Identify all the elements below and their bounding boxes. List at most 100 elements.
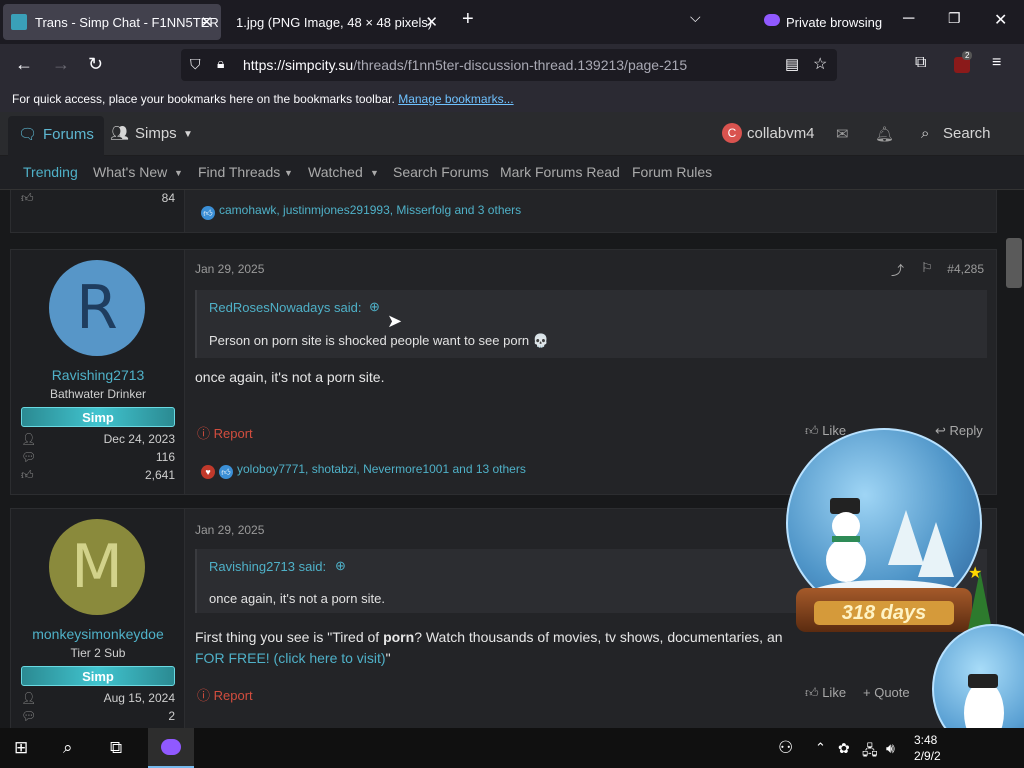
reader-view-icon[interactable]: ▤ (785, 55, 799, 73)
user-column: 👍︎ 84 (11, 190, 185, 232)
network-icon[interactable]: 🖧︎ (862, 740, 878, 764)
site-favicon (11, 14, 27, 30)
user-title: Bathwater Drinker (49, 387, 147, 401)
new-tab-icon[interactable]: + (462, 8, 474, 31)
snow-globe-overlay[interactable]: 318 days (786, 428, 986, 638)
chevron-down-icon[interactable]: ▼ (284, 168, 293, 178)
report-link[interactable]: ⓘ Report (197, 423, 253, 442)
avatar[interactable]: R (49, 260, 145, 356)
thumbs-up-icon: 👍︎ (21, 191, 34, 205)
bookmark-star-icon[interactable]: ☆ (813, 54, 827, 74)
scrollbar-thumb[interactable] (1006, 238, 1022, 288)
extensions-icon[interactable]: ⧉ (915, 54, 926, 72)
minimize-icon[interactable]: ─ (903, 10, 914, 28)
subnav-forum-rules[interactable]: Forum Rules (632, 164, 712, 180)
user-avatar[interactable]: C (722, 123, 742, 143)
tab-forums[interactable]: 🗨︎ Forums (8, 116, 104, 156)
quote-jump-icon[interactable]: ⊕ (335, 558, 346, 574)
user-badge: Simp (21, 666, 175, 686)
bookmark-icon[interactable]: ⚐ (921, 260, 933, 276)
post-username[interactable]: Ravishing2713 (11, 367, 185, 383)
forums-icon: 🗨︎ (18, 126, 38, 143)
url-path: /threads/f1nn5ter-discussion-thread.1392… (353, 57, 688, 73)
tray-app-icon[interactable]: ✿ (838, 740, 850, 757)
manage-bookmarks-link[interactable]: Manage bookmarks... (398, 92, 513, 106)
comment-icon: 💬︎ (21, 450, 37, 464)
post-link[interactable]: FOR FREE! (click here to visit) (195, 650, 386, 666)
user-column: R Ravishing2713 Bathwater Drinker Simp 👤… (11, 250, 185, 494)
reload-icon[interactable]: ↻ (88, 54, 103, 75)
quote-jump-icon[interactable]: ⊕ (369, 299, 380, 315)
post-date[interactable]: Jan 29, 2025 (195, 262, 264, 276)
navigation-toolbar: ← → ↻ ⛉ 🔒︎ https://simpcity.su/threads/f… (0, 44, 1024, 86)
like-reaction-icon: 👍︎ (201, 206, 215, 220)
people-icon[interactable]: ⚇ (778, 738, 793, 758)
close-window-icon[interactable]: ✕ (994, 10, 1007, 30)
site-header: 🗨︎ Forums 👥︎ Simps ▼ C collabvm4 ✉ 🔔︎ ⌕ … (0, 112, 1024, 156)
user-column: M monkeysimonkeydoe Tier 2 Sub Simp 👤︎ Au… (11, 509, 185, 728)
tab-active[interactable]: Trans - Simp Chat - F1NN5TER ✕ (3, 4, 221, 40)
private-browsing-icon (764, 14, 780, 26)
like-reaction-icon: 👍︎ (219, 465, 233, 479)
post-number[interactable]: #4,285 (947, 262, 984, 276)
taskbar-clock[interactable]: 3:48 2/9/2 (914, 732, 941, 764)
forum-subnav: Trending What's New ▼ Find Threads ▼ Wat… (0, 156, 1024, 190)
user-icon: 👤︎ (21, 432, 37, 446)
post-date[interactable]: Jan 29, 2025 (195, 523, 264, 537)
list-tabs-icon[interactable]: ⌵ (690, 9, 701, 26)
likes-summary[interactable]: 👍︎ camohawk, justinmjones291993, Misserfo… (201, 203, 521, 220)
search-button[interactable]: Search (943, 125, 991, 142)
quote-author[interactable]: RedRosesNowadays said: (209, 300, 361, 315)
url-bar[interactable]: ⛉ 🔒︎ https://simpcity.su/threads/f1nn5te… (181, 49, 837, 81)
post-username[interactable]: monkeysimonkeydoe (11, 626, 185, 642)
tab-title: 1.jpg (PNG Image, 48 × 48 pixels) (236, 14, 433, 30)
star-icon: ★ (968, 565, 983, 582)
tab-simps[interactable]: Simps (135, 125, 177, 142)
alerts-bell-icon[interactable]: 🔔︎ (875, 125, 894, 143)
previous-post: 👍︎ 84 👍︎ camohawk, justinmjones291993, Mis… (10, 190, 997, 233)
menu-icon[interactable]: ≡ (992, 54, 1001, 72)
subnav-search-forums[interactable]: Search Forums (393, 164, 489, 180)
clock-date: 2/9/2 (914, 749, 941, 763)
windows-start-icon[interactable]: ⊞ (14, 738, 28, 758)
post-body: once again, it's not a porn site. (195, 369, 385, 385)
subnav-mark-read[interactable]: Mark Forums Read (500, 164, 620, 180)
subnav-find-threads[interactable]: Find Threads (198, 164, 280, 180)
restore-icon[interactable]: ❐ (948, 10, 961, 27)
tab-image[interactable]: 1.jpg (PNG Image, 48 × 48 pixels) ✕ (228, 4, 446, 40)
share-icon[interactable]: ⤴ (891, 260, 904, 279)
close-tab-icon[interactable]: ✕ (200, 13, 213, 31)
subnav-trending[interactable]: Trending (23, 164, 78, 180)
report-link[interactable]: ⓘ Report (197, 685, 253, 704)
post-body: First thing you see is "Tired of porn? W… (195, 629, 783, 666)
volume-icon[interactable]: 🔊︎ (886, 740, 895, 757)
avatar[interactable]: M (49, 519, 145, 615)
chevron-down-icon[interactable]: ▼ (174, 168, 183, 178)
lock-icon[interactable]: 🔒︎ (217, 55, 224, 72)
forward-icon[interactable]: → (52, 54, 70, 75)
like-button[interactable]: 👍︎ Like (805, 685, 846, 701)
quote-author[interactable]: Ravishing2713 said: (209, 559, 326, 574)
taskbar-firefox-private[interactable] (148, 728, 194, 768)
subnav-watched[interactable]: Watched (308, 164, 363, 180)
account-username[interactable]: collabvm4 (747, 125, 815, 142)
chevron-down-icon[interactable]: ▼ (370, 168, 379, 178)
back-icon[interactable]: ← (15, 54, 33, 75)
search-icon[interactable]: ⌕ (63, 738, 73, 758)
close-tab-icon[interactable]: ✕ (425, 13, 438, 31)
search-icon[interactable]: ⌕ (921, 125, 929, 142)
chevron-down-icon[interactable]: ▼ (183, 129, 193, 140)
thumbs-up-icon: 👍︎ (21, 468, 34, 482)
snowman-icon (824, 498, 866, 588)
quote-button[interactable]: + Quote (863, 685, 910, 700)
comment-icon: 💬︎ (21, 709, 37, 723)
tree-icon (918, 522, 954, 577)
subnav-whats-new[interactable]: What's New (93, 164, 167, 180)
task-view-icon[interactable]: ⧉ (110, 738, 122, 758)
url-text[interactable]: https://simpcity.su/threads/f1nn5ter-dis… (243, 57, 687, 73)
likes-summary[interactable]: ♥ 👍︎ yoloboy7771, shotabzi, Nevermore1001 … (201, 462, 526, 479)
shield-icon[interactable]: ⛉ (190, 56, 201, 73)
mouse-cursor-icon: ➤ (387, 311, 403, 331)
chevron-up-icon[interactable]: ⌃ (815, 740, 826, 756)
inbox-icon[interactable]: ✉ (836, 125, 849, 143)
